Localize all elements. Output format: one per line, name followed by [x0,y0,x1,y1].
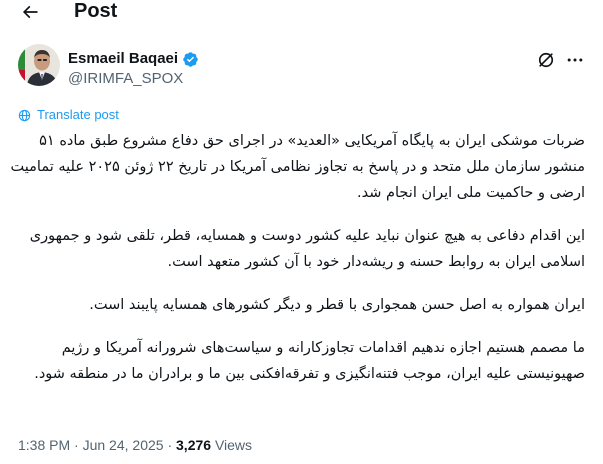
avatar-image [18,44,60,86]
translate-label: Translate post [37,107,119,122]
post-text: ضربات موشکی ایران به پایگاه آمریکایی «ال… [10,128,585,387]
translate-post-link[interactable]: Translate post [18,107,119,123]
meta-separator: · [167,437,173,453]
views-label: Views [214,437,253,453]
grok-button[interactable] [535,50,557,70]
post-paragraph: ایران همواره به اصل حسن همجواری با قطر و… [89,297,585,313]
more-button[interactable] [564,50,586,70]
views-count: 3,276 [176,437,212,453]
post-paragraph: ضربات موشکی ایران به پایگاه آمریکایی «ال… [10,133,585,201]
page-title: Post [74,0,118,22]
post-paragraph: ما مصمم هستیم اجازه ندهیم اقدامات تجاوزک… [34,340,585,382]
post-meta: 1:38 PM · Jun 24, 2025 · 3,276 Views [18,436,252,454]
grok-icon [538,52,554,68]
back-button[interactable] [18,0,42,24]
post-date[interactable]: Jun 24, 2025 [83,437,164,453]
post-header: Post [0,0,603,26]
post-time[interactable]: 1:38 PM [18,437,70,453]
avatar[interactable] [18,44,60,86]
globe-icon [18,109,31,121]
author-handle[interactable]: @IRIMFA_SPOX [68,70,183,88]
author-name[interactable]: Esmaeil Baqaei [68,50,199,68]
post-paragraph: این اقدام دفاعی به هیچ عنوان نباید علیه … [29,228,585,270]
author-display-name: Esmaeil Baqaei [68,50,179,67]
meta-separator: · [74,437,79,453]
verified-badge-icon[interactable] [182,51,199,68]
arrow-left-icon [22,5,38,19]
more-horizontal-icon [567,58,583,62]
